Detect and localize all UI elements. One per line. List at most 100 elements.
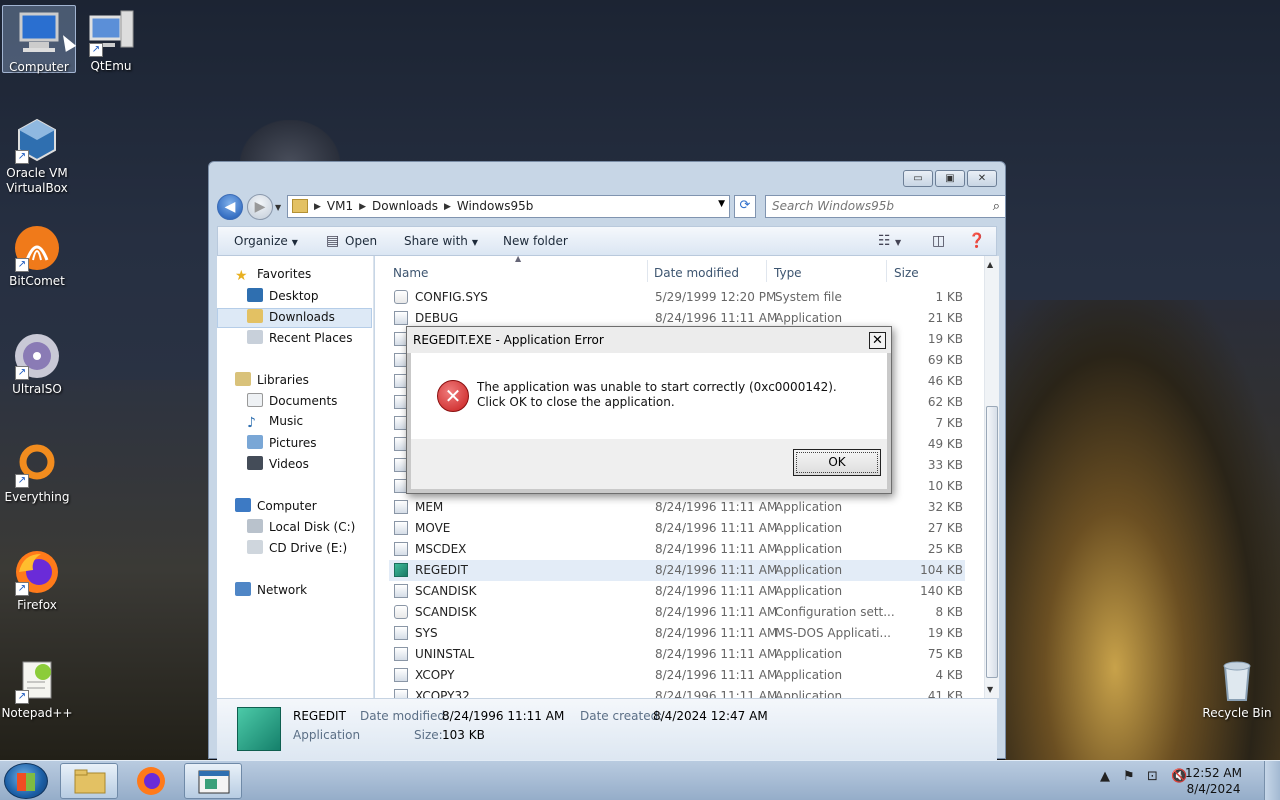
file-date-modified: 8/24/1996 11:11 AM — [655, 500, 778, 514]
file-size: 10 KB — [927, 479, 963, 493]
nav-local-disk[interactable]: Local Disk (C:) — [247, 519, 355, 539]
search-input[interactable] — [772, 196, 972, 216]
column-separator[interactable] — [647, 260, 648, 282]
column-separator[interactable] — [886, 260, 887, 282]
desktop-icon-virtualbox[interactable]: ↗ Oracle VM VirtualBox — [0, 112, 74, 196]
column-separator[interactable] — [766, 260, 767, 282]
file-row[interactable]: REGEDIT 8/24/1996 11:11 AM Application 104 … — [389, 560, 965, 581]
file-icon — [394, 689, 408, 698]
start-button[interactable] — [4, 763, 48, 799]
file-row[interactable]: MOVE 8/24/1996 11:11 AM Application 27 KB — [389, 518, 965, 539]
file-icon — [394, 311, 408, 325]
desktop-icon-label: Firefox — [17, 598, 57, 612]
taskbar-explorer[interactable] — [60, 763, 118, 799]
address-bar[interactable]: ▶ VM1 ▶ Downloads ▶ Windows95b ▼ — [287, 195, 730, 218]
error-icon: ✕ — [437, 380, 469, 412]
file-size: 27 KB — [927, 521, 963, 535]
nav-pictures[interactable]: Pictures — [247, 435, 317, 455]
forward-button[interactable]: ▶ — [247, 194, 273, 220]
column-header-name[interactable]: Name — [393, 266, 428, 280]
file-row[interactable]: MSCDEX 8/24/1996 11:11 AM Application 25 KB — [389, 539, 965, 560]
nav-music[interactable]: ♪ Music — [247, 414, 303, 434]
windows-logo-icon — [17, 773, 35, 791]
breadcrumb: ▶ VM1 ▶ Downloads ▶ Windows95b — [314, 199, 533, 215]
file-row[interactable]: UNINSTAL 8/24/1996 11:11 AM Application 75 … — [389, 644, 965, 665]
desktop-icon-label: UltraISO — [12, 382, 62, 396]
file-row[interactable]: CONFIG.SYS 5/29/1999 12:20 PM System file 1… — [389, 287, 965, 308]
nav-documents[interactable]: Documents — [247, 393, 337, 413]
bitcomet-icon: ↗ — [13, 224, 61, 272]
column-header-size[interactable]: Size — [894, 266, 919, 280]
view-options-icon[interactable]: ☷ ▼ — [878, 233, 901, 249]
file-row[interactable]: XCOPY32 8/24/1996 11:11 AM Application 41 K… — [389, 686, 965, 698]
action-center-flag-icon[interactable]: ⚑ — [1123, 769, 1135, 784]
file-row[interactable]: SCANDISK 8/24/1996 11:11 AM Application 140… — [389, 581, 965, 602]
recent-pages-dropdown[interactable]: ▼ — [275, 203, 281, 212]
column-header-date[interactable]: Date modified — [654, 266, 739, 280]
desktop-folder-icon — [247, 288, 263, 302]
maximize-button[interactable]: ▣ — [935, 170, 965, 187]
search-icon[interactable]: ⌕ — [993, 199, 1000, 214]
open-icon: ▤ — [326, 233, 340, 249]
vertical-scrollbar[interactable]: ▲ ▼ — [984, 256, 999, 698]
libraries-icon — [235, 372, 251, 386]
preview-pane-icon[interactable]: ◫ — [932, 233, 945, 249]
nav-cd-drive[interactable]: CD Drive (E:) — [247, 540, 347, 560]
scroll-down-icon[interactable]: ▼ — [987, 685, 993, 694]
regedit-icon — [237, 707, 281, 751]
nav-network[interactable]: Network — [235, 582, 307, 602]
nav-recent-places[interactable]: Recent Places — [247, 330, 352, 350]
nav-desktop[interactable]: Desktop — [247, 288, 319, 308]
file-row[interactable]: XCOPY 8/24/1996 11:11 AM Application 4 KB — [389, 665, 965, 686]
desktop-icon-firefox[interactable]: ↗ Firefox — [0, 544, 74, 612]
desktop-icon-notepadpp[interactable]: ↗ Notepad++ — [0, 652, 74, 720]
breadcrumb-windows95b[interactable]: Windows95b — [457, 199, 533, 215]
desktop-icon-ultraiso[interactable]: ↗ UltraISO — [0, 328, 74, 396]
new-folder-button[interactable]: New folder — [503, 234, 568, 248]
refresh-button[interactable]: ⟳ — [734, 195, 756, 218]
organize-button[interactable]: Organize ▼ — [234, 234, 298, 248]
nav-downloads[interactable]: Downloads — [217, 308, 372, 328]
nav-videos[interactable]: Videos — [247, 456, 309, 476]
file-row[interactable]: MEM 8/24/1996 11:11 AM Application 32 KB — [389, 497, 965, 518]
nav-documents-label: Documents — [269, 394, 338, 408]
network-tray-icon[interactable]: ⊡ — [1147, 769, 1158, 784]
taskbar-virtual-machine[interactable] — [184, 763, 242, 799]
breadcrumb-separator-icon: ▶ — [314, 202, 321, 212]
file-row[interactable]: SYS 8/24/1996 11:11 AM MS-DOS Applicati...… — [389, 623, 965, 644]
music-icon: ♪ — [247, 415, 256, 431]
nav-libraries[interactable]: Libraries — [235, 372, 309, 392]
show-desktop-button[interactable] — [1264, 761, 1280, 800]
scrollbar-thumb[interactable] — [986, 406, 998, 678]
help-icon[interactable]: ❓ — [968, 233, 985, 249]
minimize-button[interactable]: ▭ — [903, 170, 933, 187]
taskbar-firefox[interactable] — [122, 763, 180, 799]
folder-icon — [74, 769, 106, 794]
desktop-icon-qtemu[interactable]: ↗ QtEmu — [74, 5, 148, 73]
desktop-icon-recycle-bin[interactable]: Recycle Bin — [1200, 652, 1274, 720]
details-file-kind: Application — [293, 728, 361, 742]
system-clock[interactable]: 12:52 AM 8/4/2024 — [1185, 765, 1242, 797]
clock-time: 12:52 AM — [1185, 766, 1242, 780]
desktop-icon-everything[interactable]: ↗ Everything — [0, 436, 74, 504]
back-button[interactable]: ◀ — [217, 194, 243, 220]
scroll-up-icon[interactable]: ▲ — [987, 260, 993, 269]
show-hidden-icons[interactable]: ▲ — [1100, 769, 1110, 784]
desktop-icon-bitcomet[interactable]: ↗ BitComet — [0, 220, 74, 288]
ok-button[interactable]: OK — [793, 449, 881, 476]
file-row[interactable]: SCANDISK 8/24/1996 11:11 AM Configuration … — [389, 602, 965, 623]
file-icon — [394, 668, 408, 682]
dialog-close-button[interactable]: ✕ — [869, 332, 886, 349]
column-header-type[interactable]: Type — [774, 266, 802, 280]
open-button[interactable]: Open — [345, 234, 377, 248]
address-dropdown-icon[interactable]: ▼ — [718, 199, 725, 209]
close-window-button[interactable]: ✕ — [967, 170, 997, 187]
breadcrumb-vm1[interactable]: VM1 — [327, 199, 353, 215]
dialog-footer: OK — [411, 439, 887, 489]
nav-computer[interactable]: Computer — [235, 498, 317, 518]
nav-favorites[interactable]: ★ Favorites — [235, 267, 311, 287]
share-with-button[interactable]: Share with ▼ — [404, 234, 478, 248]
breadcrumb-downloads[interactable]: Downloads — [372, 199, 438, 215]
file-name: SYS — [415, 626, 438, 640]
file-date-modified: 8/24/1996 11:11 AM — [655, 563, 778, 577]
